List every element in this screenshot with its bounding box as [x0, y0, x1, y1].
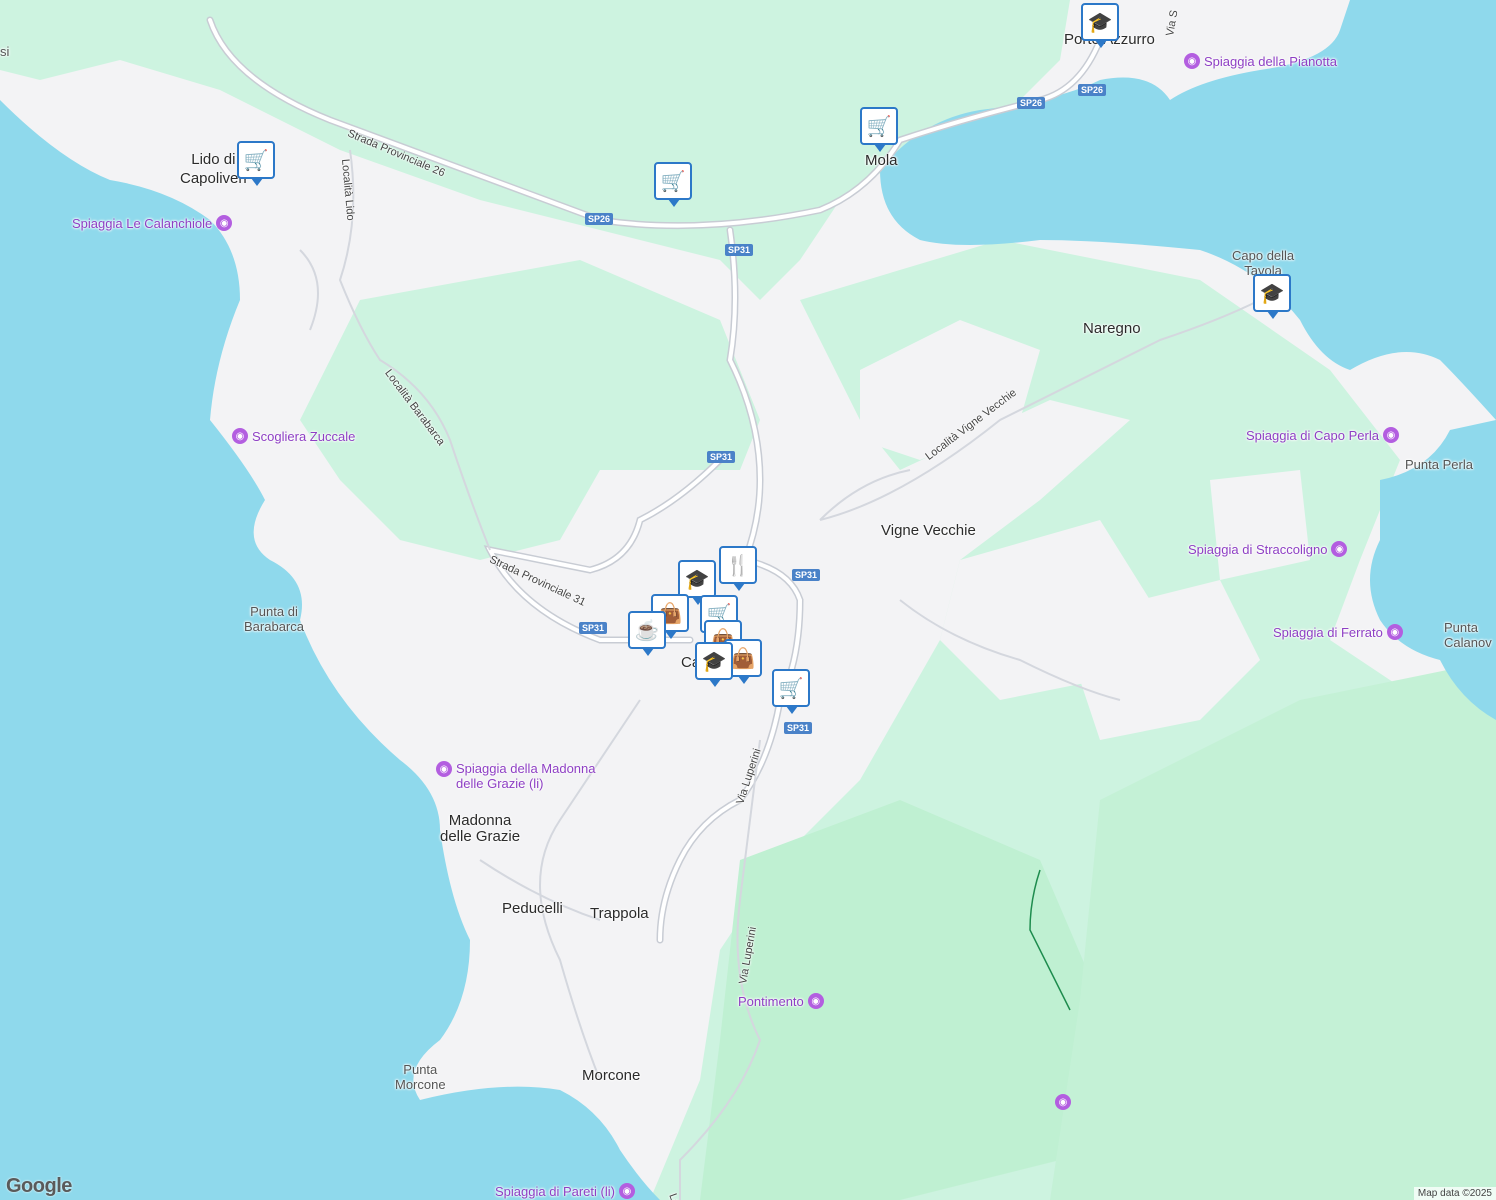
school-marker[interactable]: 🎓	[1253, 274, 1291, 319]
poi-scogliera-zuccale[interactable]: ◉ Scogliera Zuccale	[232, 428, 355, 444]
restaurant-marker[interactable]: 🍴	[719, 546, 757, 591]
place-label-punta-di-barabarca: Punta di Barabarca	[244, 604, 304, 634]
place-label-punta-morcone: Punta Morcone	[395, 1062, 446, 1092]
place-label-punta-perla: Punta Perla	[1405, 457, 1473, 472]
camera-icon: ◉	[1184, 53, 1200, 69]
town-label-madonna-delle-grazie: Madonna delle Grazie	[440, 812, 521, 845]
camera-icon: ◉	[436, 761, 452, 777]
road-shield-sp26: SP26	[1017, 97, 1046, 109]
poi-spiaggia-di-pareti[interactable]: Spiaggia di Pareti (li) ◉	[495, 1183, 635, 1199]
camera-icon: ◉	[1331, 541, 1348, 557]
road-shield-sp26: SP26	[1078, 84, 1107, 96]
camera-icon: ◉	[1386, 624, 1403, 640]
school-marker[interactable]: 🎓	[678, 560, 716, 605]
town-label-naregno: Naregno	[1083, 320, 1141, 337]
camera-icon: ◉	[618, 1183, 635, 1199]
coffee-cup-icon: ☕	[634, 619, 660, 642]
poi-spiaggia-di-ferrato[interactable]: Spiaggia di Ferrato ◉	[1273, 624, 1403, 640]
road-shield-sp31: SP31	[792, 569, 821, 581]
shopping-cart-marker[interactable]: 🛒	[772, 669, 810, 714]
shopping-cart-marker[interactable]: 🛒	[654, 162, 692, 207]
town-label-vigne-vecchie: Vigne Vecchie	[881, 522, 976, 539]
poi-label: Spiaggia di Pareti (li)	[495, 1183, 615, 1199]
shopping-cart-marker[interactable]: 🛒	[860, 107, 898, 152]
camera-icon: ◉	[1055, 1094, 1071, 1110]
town-label-trappola: Trappola	[590, 905, 649, 922]
poi-spiaggia-di-capo-perla[interactable]: Spiaggia di Capo Perla ◉	[1246, 427, 1399, 443]
camera-icon: ◉	[807, 993, 824, 1009]
poi-unnamed[interactable]: ◉	[1055, 1094, 1071, 1110]
graduation-cap-icon: 🎓	[684, 568, 710, 591]
cafe-marker[interactable]: ☕	[628, 611, 666, 656]
graduation-cap-icon: 🎓	[701, 650, 727, 673]
school-marker[interactable]: 🎓	[695, 642, 733, 687]
poi-label: Spiaggia Le Calanchiole	[72, 215, 213, 231]
road-shield-sp31: SP31	[725, 244, 754, 256]
poi-label: Pontimento	[738, 993, 804, 1009]
town-label-peducelli: Peducelli	[502, 900, 563, 917]
town-label-morcone: Morcone	[582, 1067, 641, 1084]
google-logo: Google	[6, 1175, 72, 1197]
map-data-credit[interactable]: Map data ©2025	[1413, 1187, 1496, 1200]
school-marker[interactable]: 🎓	[1081, 3, 1119, 48]
poi-spiaggia-di-straccoligno[interactable]: Spiaggia di Straccoligno ◉	[1188, 541, 1348, 557]
place-label-punta-calanova: Punta Calanov	[1444, 620, 1492, 650]
shopping-cart-icon: 🛒	[866, 115, 892, 138]
shopping-cart-icon: 🛒	[778, 677, 804, 700]
poi-label: Scogliera Zuccale	[252, 428, 356, 444]
road-shield-sp26: SP26	[585, 213, 614, 225]
cutlery-icon: 🍴	[725, 554, 751, 577]
town-label-mola: Mola	[865, 152, 898, 169]
camera-icon: ◉	[1382, 427, 1399, 443]
graduation-cap-icon: 🎓	[1259, 282, 1285, 305]
map-canvas[interactable]: Lido di Capoliveri Mola Porto Azzurro Na…	[0, 0, 1496, 1200]
shopping-bag-icon: 👜	[730, 647, 756, 670]
poi-spiaggia-della-madonna-delle-grazie[interactable]: ◉ Spiaggia della Madonna delle Grazie (li…	[436, 761, 596, 791]
poi-label: Spiaggia di Straccoligno	[1188, 541, 1328, 557]
poi-label: Spiaggia di Ferrato	[1273, 624, 1383, 640]
camera-icon: ◉	[216, 215, 233, 231]
poi-label: Spiaggia della Madonna delle Grazie (li)	[456, 761, 596, 791]
shopping-cart-marker[interactable]: 🛒	[237, 141, 275, 186]
graduation-cap-icon: 🎓	[1087, 11, 1113, 34]
poi-label: Spiaggia di Capo Perla	[1246, 427, 1379, 443]
poi-spiaggia-le-calanchiole[interactable]: Spiaggia Le Calanchiole ◉	[72, 215, 233, 231]
poi-spiaggia-della-pianotta[interactable]: ◉ Spiaggia della Pianotta	[1184, 53, 1337, 69]
poi-pontimento[interactable]: Pontimento ◉	[738, 993, 824, 1009]
camera-icon: ◉	[232, 428, 248, 444]
road-shield-sp31: SP31	[784, 722, 813, 734]
shopping-cart-icon: 🛒	[660, 170, 686, 193]
road-shield-sp31: SP31	[579, 622, 608, 634]
poi-label: Spiaggia della Pianotta	[1204, 53, 1337, 69]
place-label-edge-left: si	[0, 44, 10, 59]
shopping-cart-icon: 🛒	[243, 149, 269, 172]
road-shield-sp31: SP31	[707, 451, 736, 463]
